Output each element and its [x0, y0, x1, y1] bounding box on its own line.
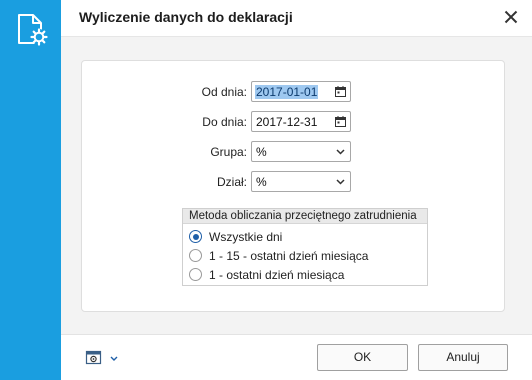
- department-select[interactable]: %: [251, 171, 351, 192]
- cancel-button[interactable]: Anuluj: [418, 344, 508, 371]
- dialog-content: Od dnia: 2017-01-01 Do dnia: 2017-12-31: [61, 36, 532, 334]
- method-group-header: Metoda obliczania przeciętnego zatrudnie…: [183, 209, 427, 224]
- form-panel: Od dnia: 2017-01-01 Do dnia: 2017-12-31: [81, 60, 505, 312]
- group-row: Grupa:: [82, 142, 247, 162]
- date-to-label: Do dnia:: [202, 115, 247, 129]
- department-row: Dział:: [82, 172, 247, 192]
- settings-window-icon: [85, 350, 118, 365]
- title-bar: Wyliczenie danych do deklaracji: [61, 0, 532, 36]
- department-label: Dział:: [216, 175, 247, 189]
- radio-label: 1 - 15 - ostatni dzień miesiąca: [209, 249, 369, 263]
- dialog-footer: OK Anuluj: [61, 334, 532, 380]
- date-from-value: 2017-01-01: [255, 85, 319, 99]
- date-to-field[interactable]: 2017-12-31: [251, 111, 351, 132]
- date-from-field[interactable]: 2017-01-01: [251, 81, 351, 102]
- radio-button[interactable]: [189, 268, 202, 281]
- calendar-icon[interactable]: [335, 116, 346, 127]
- close-icon[interactable]: [504, 10, 518, 24]
- document-gear-icon: [18, 14, 48, 46]
- dialog-sidebar: [0, 0, 61, 380]
- calendar-icon[interactable]: [335, 86, 346, 97]
- date-from-row: Od dnia:: [82, 82, 247, 102]
- department-value: %: [256, 175, 267, 189]
- radio-button[interactable]: [189, 249, 202, 262]
- dialog-title: Wyliczenie danych do deklaracji: [79, 9, 293, 25]
- settings-menu-button[interactable]: [85, 349, 125, 367]
- radio-label: 1 - ostatni dzień miesiąca: [209, 268, 345, 282]
- chevron-down-icon: [336, 149, 345, 155]
- ok-button[interactable]: OK: [317, 344, 408, 371]
- chevron-down-icon: [336, 179, 345, 185]
- group-label: Grupa:: [210, 145, 247, 159]
- group-value: %: [256, 145, 267, 159]
- date-to-value: 2017-12-31: [256, 115, 318, 129]
- radio-button[interactable]: [189, 230, 202, 243]
- method-group: Metoda obliczania przeciętnego zatrudnie…: [182, 208, 428, 286]
- group-select[interactable]: %: [251, 141, 351, 162]
- date-to-row: Do dnia:: [82, 112, 247, 132]
- radio-label: Wszystkie dni: [209, 230, 283, 244]
- date-from-label: Od dnia:: [201, 85, 247, 99]
